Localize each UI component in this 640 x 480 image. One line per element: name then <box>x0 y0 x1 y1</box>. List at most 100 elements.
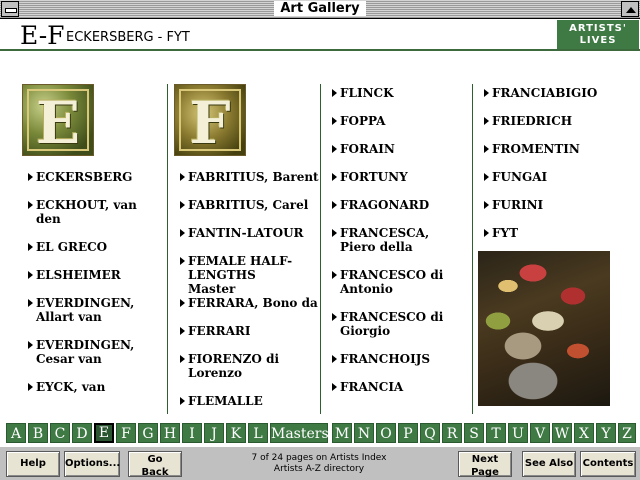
arrow-icon <box>180 201 185 209</box>
window-title: Art Gallery <box>0 1 640 16</box>
see-also-button[interactable]: See Also <box>522 451 576 477</box>
artist-link[interactable]: FRAGONARD <box>332 198 472 212</box>
range-names-subtitle: ECKERSBERG - FYT <box>66 30 190 45</box>
artist-link[interactable]: FURINI <box>484 198 624 212</box>
alphabet-letter-e[interactable]: E <box>94 423 114 443</box>
alphabet-letter-q[interactable]: Q <box>420 423 440 443</box>
alphabet-letter-m[interactable]: M <box>332 423 352 443</box>
arrow-icon <box>332 201 337 209</box>
artist-link[interactable]: FRANCESCO di Giorgio <box>332 310 444 338</box>
alphabet-letter-j[interactable]: J <box>204 423 224 443</box>
arrow-icon <box>332 229 337 237</box>
bottom-toolbar: Help Options... Go Back 7 of 24 pages on … <box>0 446 640 480</box>
arrow-icon <box>28 383 33 391</box>
artist-link[interactable]: FOPPA <box>332 114 472 128</box>
alphabet-letter-l[interactable]: L <box>248 423 268 443</box>
artist-link[interactable]: FORAIN <box>332 142 472 156</box>
alphabet-letter-f[interactable]: F <box>116 423 136 443</box>
status-line-2: Artists A-Z directory <box>273 464 365 474</box>
arrow-icon <box>484 145 489 153</box>
artist-link[interactable]: ECKERSBERG <box>28 170 168 184</box>
artist-link[interactable]: FRANCIABIGIO <box>484 86 624 100</box>
alphabet-letter-s[interactable]: S <box>464 423 484 443</box>
arrow-icon <box>332 313 337 321</box>
alphabet-letter-v[interactable]: V <box>530 423 550 443</box>
arrow-icon <box>180 327 185 335</box>
artist-link[interactable]: FRANCIA <box>332 380 472 394</box>
title-bar: Art Gallery <box>0 0 640 19</box>
alphabet-letter-t[interactable]: T <box>486 423 506 443</box>
alphabet-letter-n[interactable]: N <box>354 423 374 443</box>
alphabet-letter-a[interactable]: A <box>6 423 26 443</box>
artist-link[interactable]: FROMENTIN <box>484 142 624 156</box>
arrow-icon <box>484 89 489 97</box>
alphabet-letter-x[interactable]: X <box>574 423 594 443</box>
status-line-1: 7 of 24 pages on Artists Index <box>251 453 387 463</box>
arrow-icon <box>180 173 185 181</box>
artist-link[interactable]: FIORENZO di Lorenzo <box>180 352 290 380</box>
alphabet-letter-d[interactable]: D <box>72 423 92 443</box>
help-button[interactable]: Help <box>6 451 60 477</box>
artist-link[interactable]: ECKHOUT, van den <box>28 198 146 226</box>
artist-link[interactable]: FANTIN-LATOUR <box>180 226 320 240</box>
alphabet-letter-k[interactable]: K <box>226 423 246 443</box>
alphabet-letter-g[interactable]: G <box>138 423 158 443</box>
arrow-icon <box>28 271 33 279</box>
alphabet-masters-button[interactable]: Masters <box>270 423 329 443</box>
artist-link[interactable]: FRANCHOIJS <box>332 352 472 366</box>
artist-link[interactable]: FERRARI <box>180 324 320 338</box>
arrow-icon <box>484 117 489 125</box>
artist-link[interactable]: EVERDINGEN, Cesar van <box>28 338 140 366</box>
alphabet-letter-y[interactable]: Y <box>596 423 616 443</box>
artist-link[interactable]: FLINCK <box>332 86 472 100</box>
contents-button[interactable]: Contents <box>580 451 636 477</box>
artist-link[interactable]: EVERDINGEN, Allart van <box>28 296 140 324</box>
arrow-icon <box>180 397 185 405</box>
artist-link[interactable]: FORTUNY <box>332 170 472 184</box>
arrow-icon <box>180 229 185 237</box>
page-status: 7 of 24 pages on Artists Index Artists A… <box>186 451 452 477</box>
alphabet-letter-u[interactable]: U <box>508 423 528 443</box>
artist-link[interactable]: FUNGAI <box>484 170 624 184</box>
artists-lives-button[interactable]: ARTISTS' LIVES <box>557 20 639 49</box>
artist-link[interactable]: EL GRECO <box>28 240 168 254</box>
arrow-icon <box>180 355 185 363</box>
initial-f-letter: F <box>189 89 231 156</box>
column-divider <box>320 84 321 414</box>
alphabet-letter-h[interactable]: H <box>160 423 180 443</box>
alphabet-letter-p[interactable]: P <box>398 423 418 443</box>
alphabet-nav: A B C D E F G H I J K L Masters M N O P Q R S T U V W X Y Z <box>0 423 640 443</box>
column-divider <box>472 84 473 414</box>
arrow-icon <box>332 89 337 97</box>
artist-link[interactable]: ELSHEIMER <box>28 268 168 282</box>
artist-link[interactable]: FERRARA, Bono da <box>180 296 320 310</box>
next-page-button[interactable]: Next Page <box>458 451 512 478</box>
arrow-icon <box>180 257 185 265</box>
still-life-painting-thumbnail[interactable] <box>478 251 610 406</box>
maximize-icon <box>626 7 636 13</box>
arrow-icon <box>332 355 337 363</box>
alphabet-letter-o[interactable]: O <box>376 423 396 443</box>
alphabet-letter-i[interactable]: I <box>182 423 202 443</box>
artist-link[interactable]: FABRITIUS, Barent <box>180 170 320 184</box>
artist-link[interactable]: FRIEDRICH <box>484 114 624 128</box>
artist-link[interactable]: EYCK, van <box>28 380 168 394</box>
artist-link[interactable]: FYT <box>484 226 624 240</box>
go-back-button[interactable]: Go Back <box>128 451 182 478</box>
arrow-icon <box>180 299 185 307</box>
arrow-icon <box>332 145 337 153</box>
maximize-button[interactable] <box>621 1 639 17</box>
alphabet-letter-r[interactable]: R <box>442 423 462 443</box>
artist-link[interactable]: FLEMALLE <box>180 394 320 408</box>
artist-link[interactable]: FRANCESCA, Piero della <box>332 226 462 254</box>
artist-link[interactable]: FEMALE HALF-LENGTHS Master <box>180 254 304 296</box>
alphabet-letter-c[interactable]: C <box>50 423 70 443</box>
arrow-icon <box>28 243 33 251</box>
options-button[interactable]: Options... <box>64 451 120 477</box>
artist-link[interactable]: FABRITIUS, Carel <box>180 198 320 212</box>
alphabet-letter-b[interactable]: B <box>28 423 48 443</box>
alphabet-letter-w[interactable]: W <box>552 423 572 443</box>
alphabet-letter-z[interactable]: Z <box>618 423 636 443</box>
artist-link[interactable]: FRANCESCO di Antonio <box>332 268 444 296</box>
arrow-icon <box>28 173 33 181</box>
